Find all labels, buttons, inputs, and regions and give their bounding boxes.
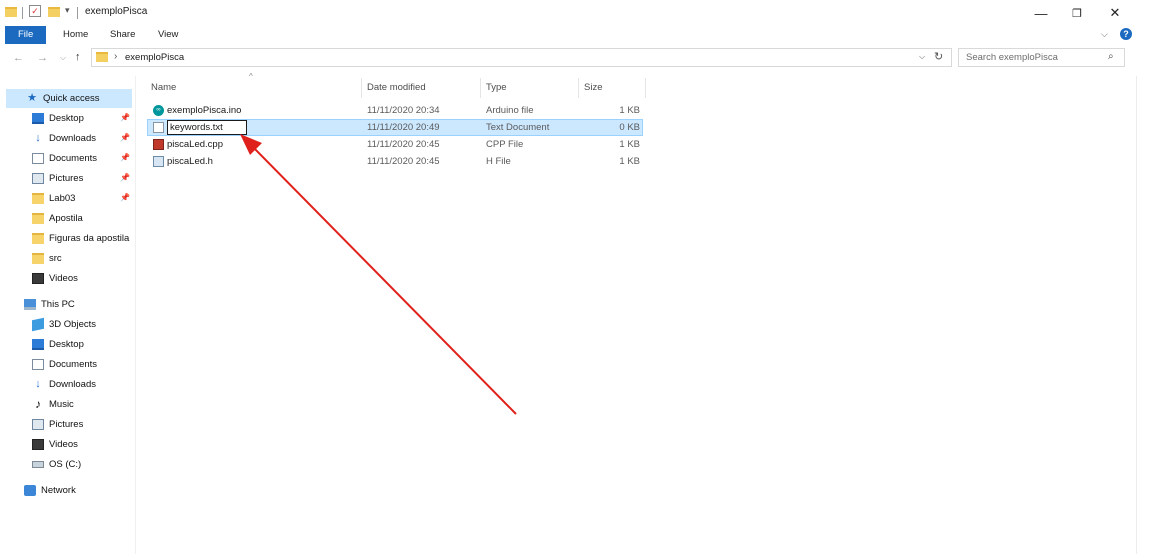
arrow-line xyxy=(251,145,517,415)
annotation-arrow xyxy=(240,134,517,415)
